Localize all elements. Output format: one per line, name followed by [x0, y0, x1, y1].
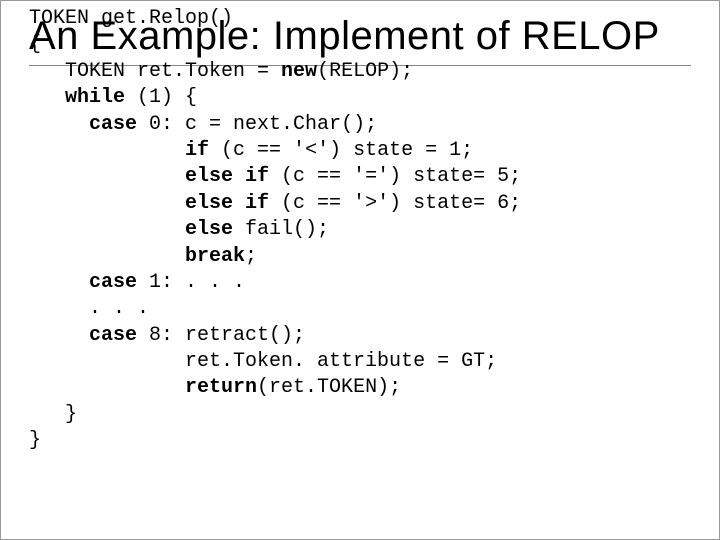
code-keyword: else if — [185, 192, 269, 215]
code-text: (RELOP); — [317, 60, 413, 83]
code-text: (c == '>') state= 6; — [269, 192, 521, 215]
code-text: 8: retract(); — [137, 324, 305, 347]
code-text: (c == '<') state = 1; — [209, 139, 473, 162]
code-line — [29, 192, 185, 215]
code-text: (ret.TOKEN); — [257, 376, 401, 399]
code-keyword: case — [89, 113, 137, 136]
code-line — [29, 165, 185, 188]
code-text: 0: c = next.Char(); — [137, 113, 377, 136]
code-keyword: else — [185, 218, 233, 241]
code-text: fail(); — [233, 218, 329, 241]
code-keyword: while — [65, 86, 125, 109]
code-text: (1) { — [125, 86, 197, 109]
code-line: . . . — [29, 297, 149, 320]
code-line — [29, 139, 185, 162]
code-keyword: case — [89, 324, 137, 347]
code-line: TOKEN ret.Token = — [29, 60, 281, 83]
code-block: TOKEN get.Relop() { TOKEN ret.Token = ne… — [29, 6, 691, 455]
code-line: } — [29, 429, 41, 452]
code-line — [29, 113, 89, 136]
code-keyword: case — [89, 271, 137, 294]
code-line: ret.Token. attribute = GT; — [29, 350, 497, 373]
code-line — [29, 271, 89, 294]
code-keyword: new — [281, 60, 317, 83]
code-line — [29, 376, 185, 399]
code-text: ; — [245, 245, 257, 268]
code-keyword: if — [185, 139, 209, 162]
code-text: 1: . . . — [137, 271, 245, 294]
code-line — [29, 245, 185, 268]
code-line — [29, 324, 89, 347]
code-line — [29, 86, 65, 109]
code-keyword: else if — [185, 165, 269, 188]
code-keyword: break — [185, 245, 245, 268]
code-keyword: return — [185, 376, 257, 399]
code-text: (c == '=') state= 5; — [269, 165, 521, 188]
code-line: } — [29, 403, 77, 426]
code-line — [29, 218, 185, 241]
slide-container: An Example: Implement of RELOP TOKEN get… — [1, 1, 719, 539]
slide-title: An Example: Implement of RELOP — [29, 13, 691, 59]
